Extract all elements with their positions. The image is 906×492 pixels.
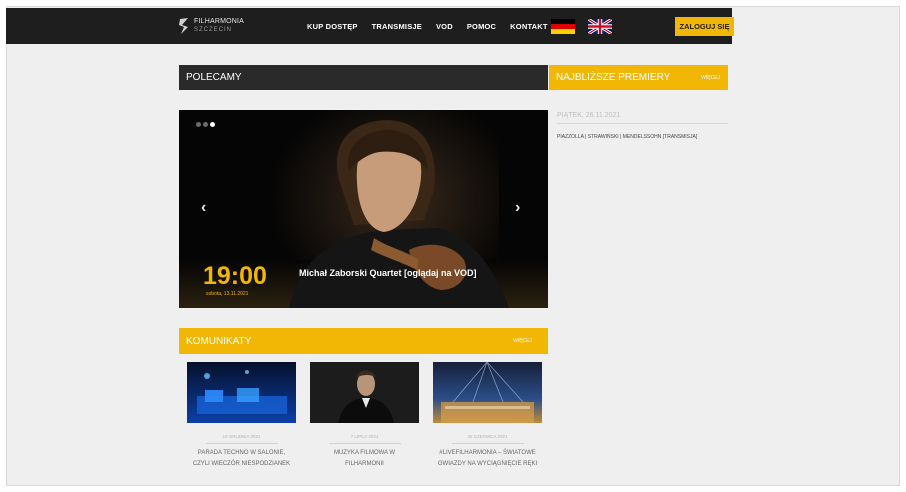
- premiery-header: NAJBLIŻSZE PREMIERY WIĘCEJ: [549, 65, 728, 90]
- news-date: 19 GRUDNIA 2021: [222, 434, 261, 439]
- news-divider: [451, 443, 524, 444]
- login-button[interactable]: ZALOGUJ SIĘ: [675, 17, 734, 36]
- news-item[interactable]: 25 CZERWCA 2021 #LIVEFILHARMONIA – ŚWIAT…: [433, 361, 542, 470]
- logo-text: FILHARMONIA SZCZECIN: [194, 18, 244, 34]
- premiery-date: PIĄTEK, 26.11.2021: [557, 112, 621, 119]
- news-item[interactable]: 7 LIPCA 2021 MUZYKA FILMOWA W FILHARMONI…: [310, 362, 419, 470]
- komunikaty-header: KOMUNIKATY WIĘCEJ: [179, 328, 548, 354]
- news-divider: [205, 443, 278, 444]
- nav-pomoc[interactable]: POMOC: [467, 22, 496, 31]
- news-thumbnail[interactable]: [433, 361, 542, 423]
- slide-date: sobota, 13.11.2021: [206, 291, 249, 297]
- premiery-more-link[interactable]: WIĘCEJ: [701, 75, 720, 81]
- nav-vod[interactable]: VOD: [436, 22, 453, 31]
- news-title[interactable]: PARADA TECHNO W SALONIE, CZYLI WIECZÓR N…: [187, 448, 296, 470]
- nav-transmisje[interactable]: TRANSMISJE: [372, 22, 422, 31]
- komunikaty-title: KOMUNIKATY: [186, 335, 252, 347]
- premiery-item-link[interactable]: PIAZZOLLA | STRAWIŃSKI | MENDELSSOHN [TR…: [557, 134, 697, 140]
- featured-slider[interactable]: ‹ › 19:00 sobota, 13.11.2021 Michał Zabo…: [179, 110, 548, 308]
- german-flag-icon[interactable]: [551, 19, 575, 34]
- slider-dot-3[interactable]: [210, 122, 215, 127]
- main-nav: KUP DOSTĘP TRANSMISJE VOD POMOC KONTAKT: [307, 8, 548, 44]
- chevron-right-icon[interactable]: ›: [515, 199, 520, 217]
- news-date: 7 LIPCA 2021: [350, 434, 379, 439]
- logo-mark-icon: [179, 18, 188, 34]
- slider-dot-2[interactable]: [203, 122, 208, 127]
- news-thumbnail[interactable]: [187, 362, 296, 423]
- news-date: 25 CZERWCA 2021: [467, 434, 508, 439]
- slide-time: 19:00: [203, 262, 267, 290]
- filharmonia-logo[interactable]: FILHARMONIA SZCZECIN: [178, 15, 248, 37]
- news-title[interactable]: #LIVEFILHARMONIA – ŚWIATOWE GWIAZDY NA W…: [433, 448, 542, 470]
- slide-title[interactable]: Michał Zaborski Quartet [oglądaj na VOD]: [299, 268, 477, 278]
- nav-kontakt[interactable]: KONTAKT: [510, 22, 548, 31]
- nav-kup-dostep[interactable]: KUP DOSTĘP: [307, 22, 358, 31]
- chevron-left-icon[interactable]: ‹: [201, 199, 206, 217]
- news-thumbnail[interactable]: [310, 362, 419, 423]
- polecamy-header: POLECAMY: [179, 65, 548, 90]
- slider-dots: [196, 122, 215, 127]
- news-title[interactable]: MUZYKA FILMOWA W FILHARMONII: [310, 448, 419, 470]
- uk-flag-icon[interactable]: [588, 19, 612, 34]
- slider-dot-1[interactable]: [196, 122, 201, 127]
- logo-line1: FILHARMONIA: [194, 18, 245, 25]
- premiery-title: NAJBLIŻSZE PREMIERY: [556, 72, 671, 83]
- top-navigation-bar: FILHARMONIA SZCZECIN KUP DOSTĘP TRANSMIS…: [6, 8, 734, 44]
- news-item[interactable]: 19 GRUDNIA 2021 PARADA TECHNO W SALONIE,…: [187, 362, 296, 470]
- komunikaty-more-link[interactable]: WIĘCEJ: [513, 338, 532, 344]
- premiery-divider: [557, 123, 728, 124]
- polecamy-title: POLECAMY: [186, 72, 242, 83]
- news-divider: [328, 443, 401, 444]
- logo-line2: SZCZECIN: [194, 27, 232, 33]
